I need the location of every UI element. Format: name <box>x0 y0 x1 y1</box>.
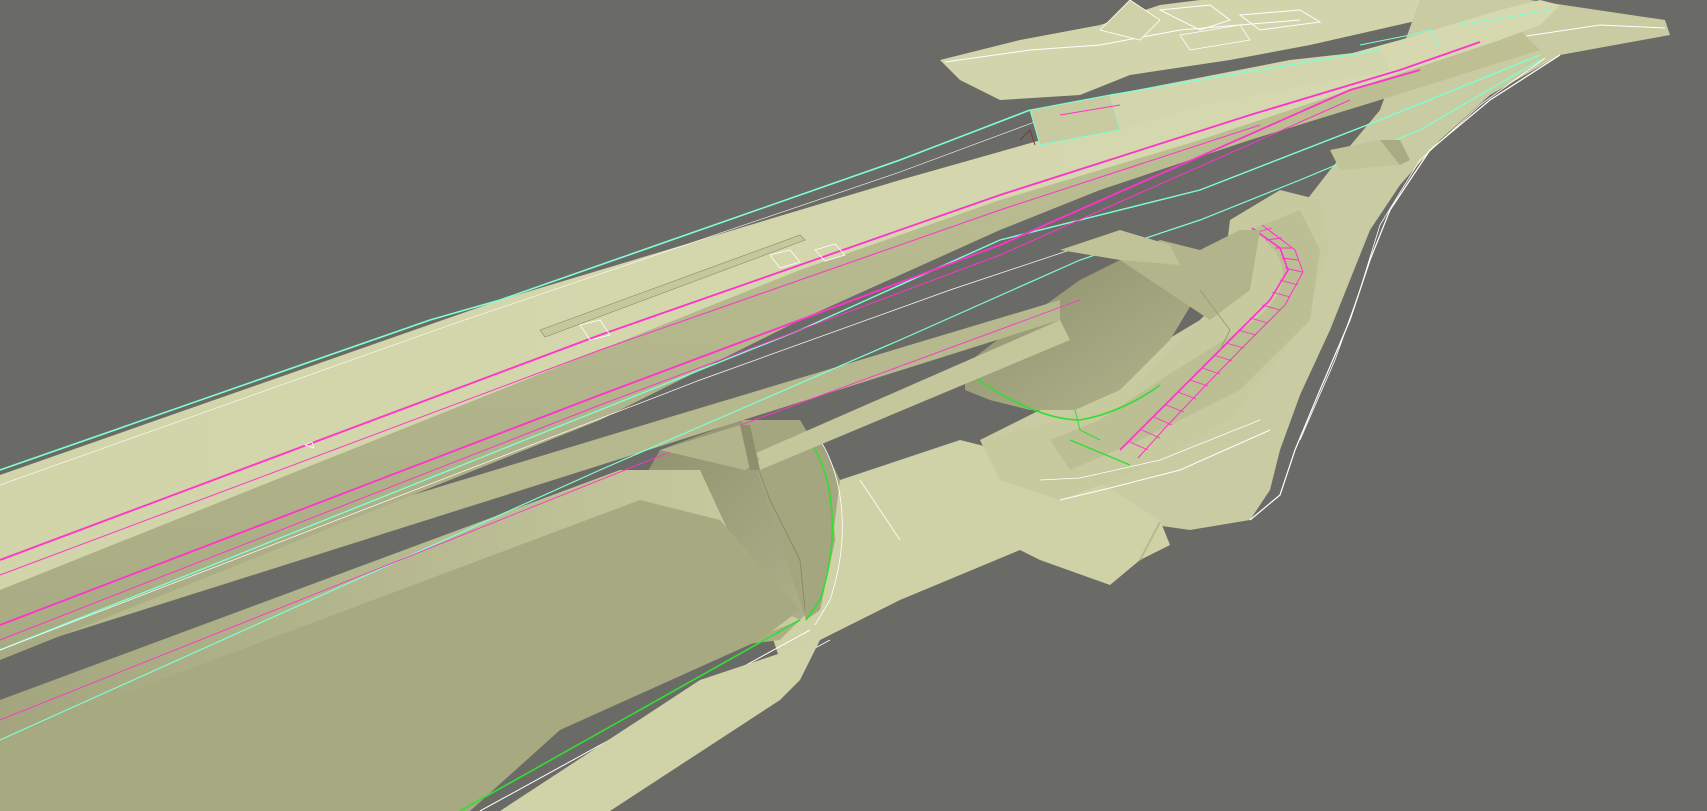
road-interchange-3d-model <box>0 0 1670 811</box>
3d-viewport[interactable] <box>0 0 1707 811</box>
